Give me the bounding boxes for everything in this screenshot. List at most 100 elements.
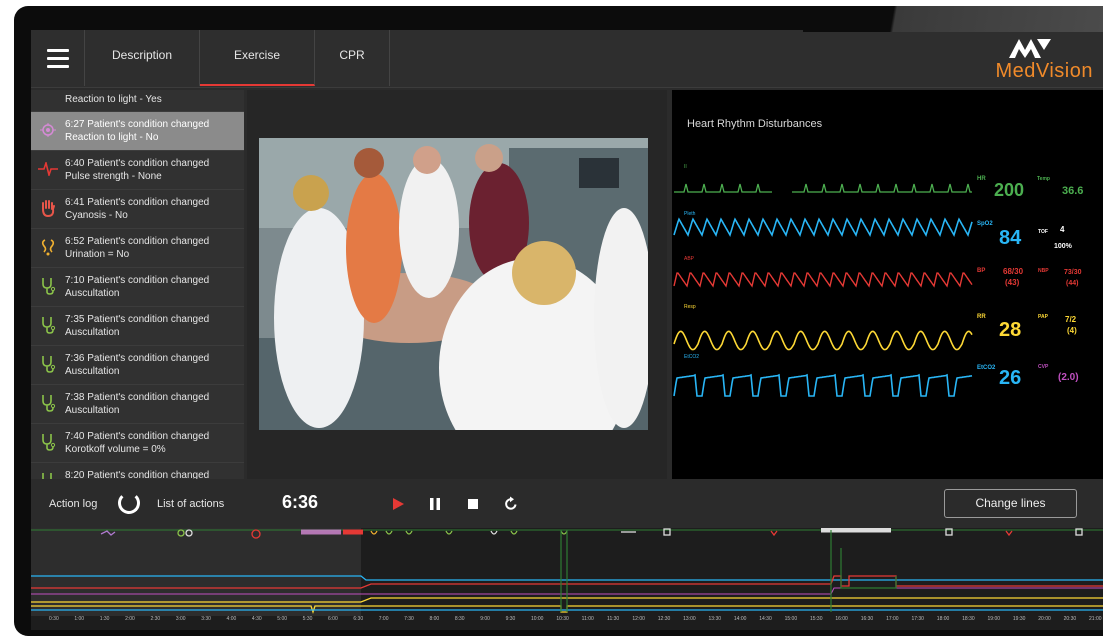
resp-trace: Resp xyxy=(673,304,973,351)
list-of-actions-tab[interactable]: List of actions xyxy=(157,498,224,510)
timeline-tick-label: 17:30 xyxy=(911,616,924,622)
menu-line-icon xyxy=(46,56,69,60)
timeline-tick-label: 20:00 xyxy=(1038,616,1051,622)
hr-label: HR xyxy=(977,176,986,182)
log-item[interactable]: 7:10 Patient's condition changed Ausculta… xyxy=(31,268,244,307)
timeline-tick-label: 10:30 xyxy=(556,616,569,622)
etco2-trace: EtCO2 xyxy=(673,354,973,397)
timeline-graph xyxy=(31,528,1103,616)
timeline-tick-label: 16:00 xyxy=(835,616,848,622)
log-item-title: 7:40 Patient's condition changed xyxy=(65,431,210,442)
timeline-tick-label: 14:30 xyxy=(759,616,772,622)
timeline-tick-label: 12:30 xyxy=(657,616,671,622)
sidebar-footer: Action log List of actions xyxy=(31,482,244,526)
hr-value: 200 xyxy=(994,180,1024,200)
log-item[interactable]: 7:36 Patient's condition changed Ausculta… xyxy=(31,346,244,385)
log-item-title: 6:40 Patient's condition changed xyxy=(65,158,210,169)
log-item-detail: Urination = No xyxy=(65,249,130,260)
stethoscope-icon xyxy=(38,394,58,412)
timeline-tick-label: 19:30 xyxy=(1012,616,1026,622)
temp-label: Temp xyxy=(1037,176,1050,182)
menu-line-icon xyxy=(46,48,69,52)
temp-value: 36.6 xyxy=(1062,185,1083,197)
log-item[interactable]: 7:35 Patient's condition changed Ausculta… xyxy=(31,307,244,346)
log-item[interactable]: 7:38 Patient's condition changed Ausculta… xyxy=(31,385,244,424)
timeline-tick-label: 2:30 xyxy=(150,616,161,622)
stop-icon[interactable] xyxy=(465,496,481,512)
log-item[interactable]: 6:52 Patient's condition changed Urinatio… xyxy=(31,229,244,268)
event-timeline[interactable]: 0:30 1:00 1:30 2:00 2:30 3:00 3:30 4:00 4:30 5:00… xyxy=(31,528,1103,630)
timeline-tick-label: 3:00 xyxy=(175,616,186,622)
log-item-title: 6:41 Patient's condition changed xyxy=(65,197,210,208)
timeline-tick-label: 9:00 xyxy=(480,616,490,622)
patient-monitor: Heart Rhythm Disturbances II Pleth ABP R… xyxy=(672,90,1103,479)
pause-icon[interactable] xyxy=(427,496,443,512)
trace-label: Pleth xyxy=(684,211,696,217)
log-item[interactable]: 7:40 Patient's condition changed Korotkof… xyxy=(31,424,244,463)
timeline-tick-label: 18:00 xyxy=(936,616,950,622)
log-item[interactable]: 6:27 Patient's condition changed Reaction… xyxy=(31,112,244,151)
log-item-detail: Auscultation xyxy=(65,405,120,416)
cvp-value: (2.0) xyxy=(1058,372,1079,383)
timeline-tick-label: 20:30 xyxy=(1063,616,1077,622)
rr-value: 28 xyxy=(999,319,1021,341)
trace-label: Resp xyxy=(684,304,696,310)
timeline-tick-label: 11:00 xyxy=(581,616,594,622)
hand-icon xyxy=(38,199,58,217)
playback-time: 6:36 xyxy=(282,492,319,512)
timeline-tick-label: 5:00 xyxy=(277,616,288,622)
monitor-waveforms: II Pleth ABP Resp EtCO2 HR 200 Temp 36.6… xyxy=(673,164,1083,397)
play-icon[interactable] xyxy=(390,496,406,512)
video-panel xyxy=(247,90,667,479)
simulation-video[interactable] xyxy=(259,138,648,430)
timeline-tick-label: 6:30 xyxy=(353,616,364,622)
timeline-tick-label: 5:30 xyxy=(302,616,313,622)
action-log-panel[interactable]: Reaction to light - Yes 6:27 Patient's c… xyxy=(31,90,244,479)
nbp-value: 73/30 xyxy=(1064,269,1082,276)
bp-mean: (43) xyxy=(1005,278,1020,287)
action-log-tab[interactable]: Action log xyxy=(49,498,97,510)
timeline-tick-label: 15:30 xyxy=(809,616,823,622)
timeline-tick-label: 0:30 xyxy=(49,616,59,622)
stethoscope-icon xyxy=(38,355,58,373)
stethoscope-icon xyxy=(38,472,58,479)
timeline-tick-label: 18:30 xyxy=(962,616,975,622)
change-lines-button[interactable]: Change lines xyxy=(944,489,1077,518)
pupil-icon xyxy=(38,121,58,139)
timeline-tick-label: 14:00 xyxy=(733,616,747,622)
log-item[interactable]: 6:41 Patient's condition changed Cyanosis… xyxy=(31,190,244,229)
pap-label: PAP xyxy=(1038,314,1049,320)
tof-percent: 100% xyxy=(1054,243,1073,250)
video-frame-image xyxy=(259,138,648,430)
cvp-label: CVP xyxy=(1038,364,1049,370)
timeline-tick-label: 1:00 xyxy=(74,616,85,622)
pleth-trace: Pleth xyxy=(673,211,973,238)
etco2-value: 26 xyxy=(999,367,1021,389)
log-item[interactable]: 6:40 Patient's condition changed Pulse st… xyxy=(31,151,244,190)
timeline-tick-label: 11:30 xyxy=(607,616,620,622)
nbp-mean: (44) xyxy=(1066,280,1078,287)
tof-value: 4 xyxy=(1060,225,1065,234)
log-item-title: 7:38 Patient's condition changed xyxy=(65,392,210,403)
top-bar: Description Exercise CPR MedVision xyxy=(31,30,1103,88)
log-item-detail: Korotkoff volume = 0% xyxy=(65,444,166,455)
log-item-detail: Reaction to light - No xyxy=(65,132,159,143)
playback-controls: 6:36 Change lines xyxy=(247,482,1103,526)
log-item-title: 8:20 Patient's condition changed xyxy=(65,470,210,479)
restart-icon[interactable] xyxy=(503,496,519,512)
bp-value: 68/30 xyxy=(1003,267,1024,276)
log-item-title: 7:10 Patient's condition changed xyxy=(65,275,210,286)
spo2-label: SpO2 xyxy=(977,221,993,227)
tab-description[interactable]: Description xyxy=(85,30,200,86)
log-item[interactable]: 8:20 Patient's condition changed xyxy=(31,463,244,479)
hamburger-menu-button[interactable] xyxy=(31,30,85,86)
menu-line-icon xyxy=(46,64,69,68)
timeline-axis: 0:30 1:00 1:30 2:00 2:30 3:00 3:30 4:00 4:30 5:00… xyxy=(31,616,1103,628)
timeline-tick-label: 8:00 xyxy=(429,616,440,622)
abp-trace: ABP xyxy=(673,256,973,288)
timeline-tick-label: 1:30 xyxy=(99,616,110,622)
trace-label: EtCO2 xyxy=(684,354,699,360)
tab-exercise[interactable]: Exercise xyxy=(200,30,315,86)
tab-cpr[interactable]: CPR xyxy=(315,30,390,86)
timeline-tick-label: 15:00 xyxy=(784,616,798,622)
